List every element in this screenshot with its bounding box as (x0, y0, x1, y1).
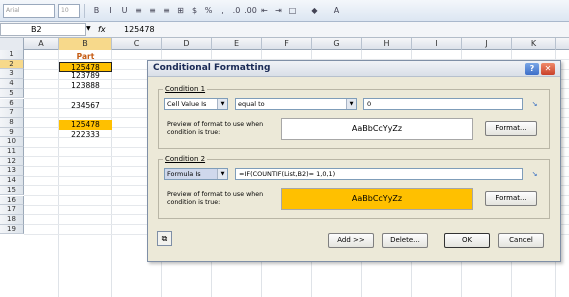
column-header-a[interactable]: A (24, 38, 59, 50)
row-header-6[interactable]: 6 (0, 98, 24, 109)
align-right-icon[interactable]: ≡ (160, 4, 173, 17)
name-box-dropdown-icon[interactable]: ▼ (86, 25, 91, 32)
formatting-toolbar: Arial 10 B I U ≡ ≡ ≡ ⊞ $%, .0.00 ⇤ ⇥ □ ◆ A (0, 0, 569, 22)
bold-icon[interactable]: B (90, 4, 103, 17)
borders-icon[interactable]: □ (286, 4, 299, 17)
add-button[interactable]: Add >> (328, 233, 374, 248)
chevron-down-icon[interactable]: ▼ (346, 99, 356, 109)
condition-1-type-select[interactable]: Cell Value Is ▼ (164, 98, 228, 110)
row-header-19[interactable]: 19 (0, 224, 24, 235)
comma-icon[interactable]: , (216, 4, 229, 17)
condition-2-label: Condition 2 (163, 155, 208, 163)
column-header-j[interactable]: J (462, 38, 512, 50)
row-header-9[interactable]: 9 (0, 127, 24, 138)
increase-indent-icon[interactable]: ⇥ (272, 4, 285, 17)
condition-2-type-select[interactable]: Formula Is ▼ (164, 168, 228, 180)
name-box[interactable]: B2 (0, 23, 86, 36)
delete-button[interactable]: Delete... (382, 233, 428, 248)
collapse-dialog-icon[interactable]: ↘ (530, 99, 539, 109)
row-header-17[interactable]: 17 (0, 205, 24, 215)
column-header-i[interactable]: I (412, 38, 462, 50)
cell-b2[interactable]: 125478 (59, 61, 112, 72)
fx-icon[interactable]: fx (98, 23, 106, 36)
row-header-4[interactable]: 4 (0, 79, 24, 89)
column-header-d[interactable]: D (162, 38, 212, 50)
column-header-k[interactable]: K (512, 38, 556, 50)
row-header-10[interactable]: 10 (0, 137, 24, 147)
row-header-14[interactable]: 14 (0, 176, 24, 186)
condition-2-group: Condition 2 Formula Is ▼ =IF(COUNTIF(Lis… (158, 155, 550, 219)
row-header-18[interactable]: 18 (0, 214, 24, 225)
row-header-2[interactable]: 2 (0, 59, 24, 70)
row-header-1[interactable]: 1 (0, 50, 24, 60)
column-header-f[interactable]: F (262, 38, 312, 50)
chevron-down-icon[interactable]: ▼ (217, 99, 227, 109)
decrease-indent-icon[interactable]: ⇤ (258, 4, 271, 17)
underline-icon[interactable]: U (118, 4, 131, 17)
italic-icon[interactable]: I (104, 4, 117, 17)
align-center-icon[interactable]: ≡ (146, 4, 159, 17)
formula-input[interactable]: 125478 (124, 22, 155, 37)
cell-b4[interactable]: 123888 (59, 81, 112, 91)
ok-button[interactable]: OK (444, 233, 490, 248)
condition-2-formula-input[interactable]: =IF(COUNTIF(List,B2)= 1,0,1) (235, 168, 523, 180)
condition-1-operator-select[interactable]: equal to ▼ (235, 98, 357, 110)
merge-icon[interactable]: ⊞ (174, 4, 187, 17)
column-header-h[interactable]: H (362, 38, 412, 50)
condition-1-format-button[interactable]: Format... (485, 121, 537, 136)
condition-1-preview-label: Preview of format to use when condition … (167, 121, 264, 136)
row-header-12[interactable]: 12 (0, 156, 24, 167)
condition-1-label: Condition 1 (163, 85, 208, 93)
row-header-3[interactable]: 3 (0, 69, 24, 80)
row-header-15[interactable]: 15 (0, 185, 24, 196)
row-header-7[interactable]: 7 (0, 108, 24, 118)
row-header-13[interactable]: 13 (0, 166, 24, 177)
column-header-b[interactable]: B (59, 38, 112, 50)
formula-bar: B2 ▼ fx 125478 (0, 22, 569, 38)
condition-2-format-button[interactable]: Format... (485, 191, 537, 206)
cell-b1[interactable]: Part Numbers (59, 52, 112, 71)
row-header-8[interactable]: 8 (0, 117, 24, 128)
currency-icon[interactable]: $ (188, 4, 201, 17)
column-header-g[interactable]: G (312, 38, 362, 50)
decrease-decimal-icon[interactable]: .00 (244, 4, 257, 17)
font-name-select[interactable]: Arial (3, 4, 55, 18)
font-color-icon[interactable]: A (330, 4, 343, 17)
row-header-11[interactable]: 11 (0, 147, 24, 157)
fill-color-icon[interactable]: ◆ (308, 4, 321, 17)
condition-1-group: Condition 1 Cell Value Is ▼ equal to ▼ 0… (158, 85, 550, 149)
align-left-icon[interactable]: ≡ (132, 4, 145, 17)
row-header-16[interactable]: 16 (0, 195, 24, 206)
dialog-titlebar: Conditional Formatting ? ✕ (148, 61, 560, 77)
column-header-c[interactable]: C (112, 38, 162, 50)
cell-b6[interactable]: 234567 (59, 101, 112, 111)
percent-icon[interactable]: % (202, 4, 215, 17)
cell-b9[interactable]: 222333 (59, 130, 112, 140)
copy-format-icon[interactable]: ⧉ (157, 231, 172, 246)
chevron-down-icon[interactable]: ▼ (217, 169, 227, 179)
close-icon[interactable]: ✕ (541, 63, 555, 75)
cancel-button[interactable]: Cancel (498, 233, 544, 248)
select-all-corner[interactable] (0, 38, 24, 50)
condition-1-value-input[interactable]: 0 (363, 98, 523, 110)
dialog-title: Conditional Formatting (153, 63, 271, 73)
condition-2-preview: AaBbCcYyZz (281, 188, 473, 210)
condition-2-preview-label: Preview of format to use when condition … (167, 191, 264, 206)
toolbar-separator (84, 4, 85, 18)
conditional-formatting-dialog: Conditional Formatting ? ✕ Condition 1 C… (147, 60, 561, 262)
condition-1-preview: AaBbCcYyZz (281, 118, 473, 140)
collapse-dialog-icon[interactable]: ↘ (530, 169, 539, 179)
font-size-select[interactable]: 10 (58, 4, 80, 18)
increase-decimal-icon[interactable]: .0 (230, 4, 243, 17)
cell-b3[interactable]: 123789 (59, 71, 112, 81)
help-icon[interactable]: ? (525, 63, 539, 75)
column-header-e[interactable]: E (212, 38, 262, 50)
row-header-5[interactable]: 5 (0, 88, 24, 99)
cell-b8[interactable]: 125478 (59, 119, 112, 130)
